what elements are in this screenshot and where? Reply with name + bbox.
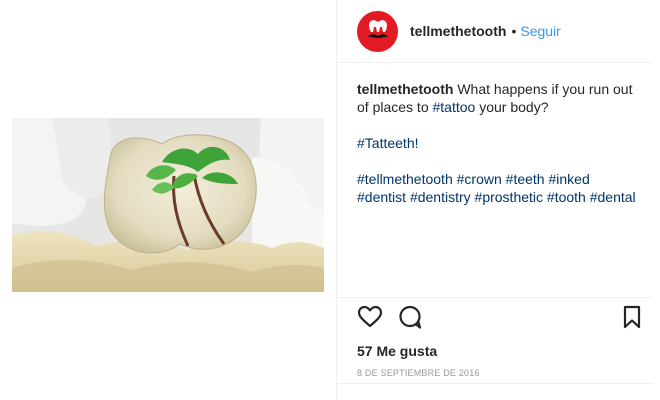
post-actions xyxy=(337,304,653,336)
bookmark-icon[interactable] xyxy=(621,304,651,334)
hashtag[interactable]: #teeth xyxy=(506,171,545,187)
caption-main: tellmethetooth What happens if you run o… xyxy=(357,80,641,116)
caption-username[interactable]: tellmethetooth xyxy=(357,81,453,97)
post-photo[interactable] xyxy=(12,118,324,292)
hashtag-tattoo[interactable]: #tattoo xyxy=(433,99,476,115)
caption-tag-line: #Tatteeth! xyxy=(357,134,641,152)
tooth-mustache-logo-icon[interactable] xyxy=(357,10,398,52)
hashtag[interactable]: #tellmethetooth xyxy=(357,171,453,187)
hashtag[interactable]: #inked xyxy=(548,171,589,187)
separator-dot: • xyxy=(511,23,517,39)
tooth-tattoo-photo xyxy=(12,118,324,292)
header-username[interactable]: tellmethetooth xyxy=(410,23,506,39)
caption-text-after: your body? xyxy=(475,99,549,115)
hashtag[interactable]: #dental xyxy=(590,189,636,205)
post-media xyxy=(0,0,336,400)
hashtag[interactable]: #dentistry xyxy=(410,189,471,205)
hashtag[interactable]: #tooth xyxy=(547,189,586,205)
follow-button[interactable]: Seguir xyxy=(520,23,560,39)
hashtag[interactable]: #prosthetic xyxy=(475,189,543,205)
footer-divider xyxy=(337,383,653,384)
header-divider xyxy=(337,62,653,63)
hashtag[interactable]: #crown xyxy=(457,171,502,187)
heart-icon[interactable] xyxy=(357,304,387,334)
hashtag[interactable]: #dentist xyxy=(357,189,406,205)
actions-divider xyxy=(337,297,653,298)
post-header: tellmethetooth • Seguir xyxy=(337,0,653,62)
post-panel: tellmethetooth • Seguir tellmethetooth W… xyxy=(336,0,653,400)
caption-hashtags: #tellmethetooth #crown #teeth #inked #de… xyxy=(357,170,641,206)
comment-bubble-icon[interactable] xyxy=(397,304,427,334)
post-date: 8 DE SEPTIEMBRE DE 2016 xyxy=(357,368,480,378)
likes-count[interactable]: 57 Me gusta xyxy=(357,343,437,359)
hashtag-tatteeth[interactable]: #Tatteeth! xyxy=(357,135,419,151)
post-caption: tellmethetooth What happens if you run o… xyxy=(357,80,641,206)
